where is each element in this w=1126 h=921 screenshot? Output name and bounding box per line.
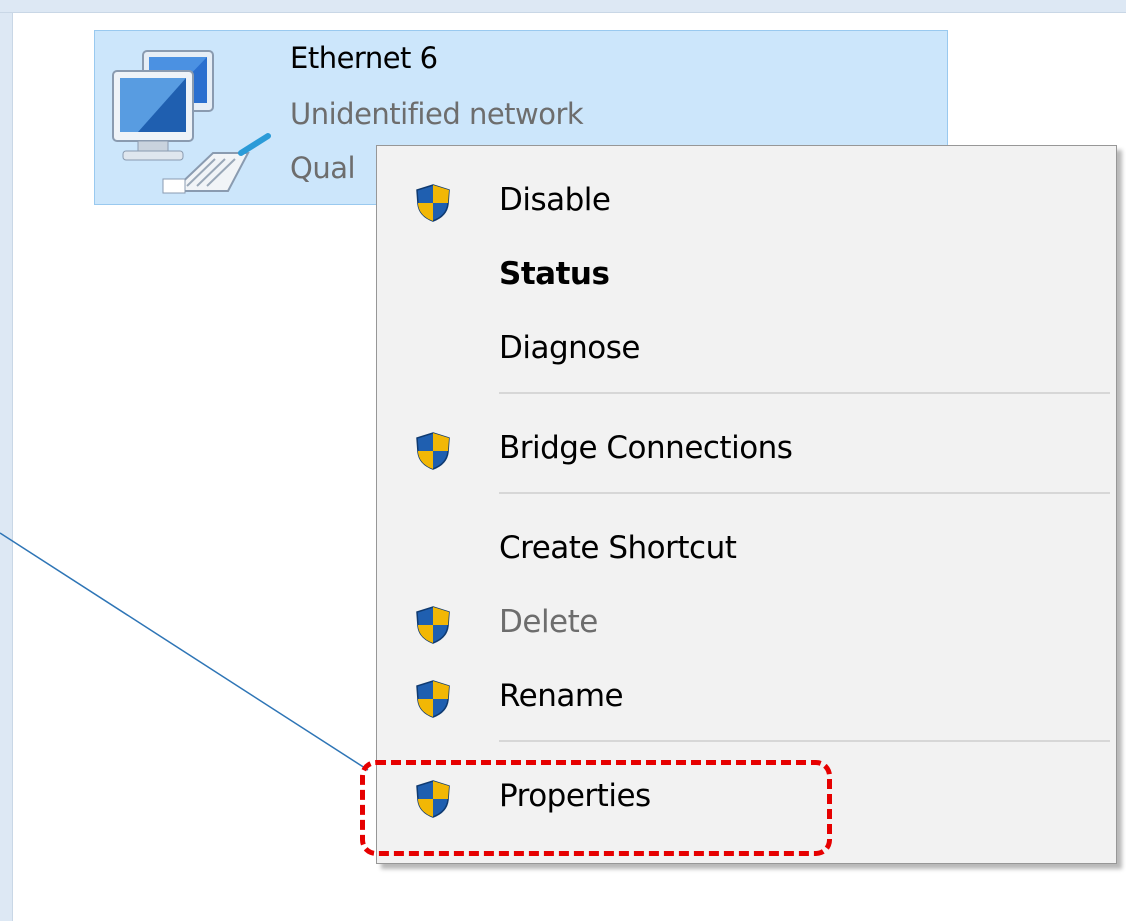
network-adapter-icon xyxy=(112,50,271,194)
menu-item-disable[interactable]: Disable xyxy=(377,168,1116,238)
adapter-name: Ethernet 6 xyxy=(290,41,438,75)
menu-item-label: Status xyxy=(499,256,610,292)
window-left-edge xyxy=(0,0,13,921)
window-top-edge xyxy=(0,0,1126,13)
uac-shield-icon xyxy=(416,606,450,644)
menu-item-diagnose[interactable]: Diagnose xyxy=(377,316,1116,386)
adapter-device-name: Qual xyxy=(290,151,356,185)
menu-item-create-shortcut[interactable]: Create Shortcut xyxy=(377,516,1116,586)
uac-shield-icon xyxy=(416,680,450,718)
menu-item-delete: Delete xyxy=(377,590,1116,660)
callout-line xyxy=(0,532,369,771)
properties-highlight-box xyxy=(360,760,832,856)
menu-separator xyxy=(499,492,1110,494)
menu-separator xyxy=(499,392,1110,394)
menu-item-label: Bridge Connections xyxy=(499,430,793,466)
menu-item-label: Create Shortcut xyxy=(499,530,737,566)
uac-shield-icon xyxy=(416,432,450,470)
menu-item-label: Diagnose xyxy=(499,330,641,366)
menu-separator xyxy=(499,740,1110,742)
menu-item-bridge-connections[interactable]: Bridge Connections xyxy=(377,416,1116,486)
adapter-network-status: Unidentified network xyxy=(290,97,584,131)
menu-item-label: Rename xyxy=(499,678,624,714)
menu-item-label: Disable xyxy=(499,182,611,218)
context-menu: Disable Status Diagnose Bridge Connections C… xyxy=(376,145,1117,864)
uac-shield-icon xyxy=(416,184,450,222)
menu-item-rename[interactable]: Rename xyxy=(377,664,1116,734)
menu-item-label: Delete xyxy=(499,604,598,640)
menu-item-status[interactable]: Status xyxy=(377,242,1116,312)
